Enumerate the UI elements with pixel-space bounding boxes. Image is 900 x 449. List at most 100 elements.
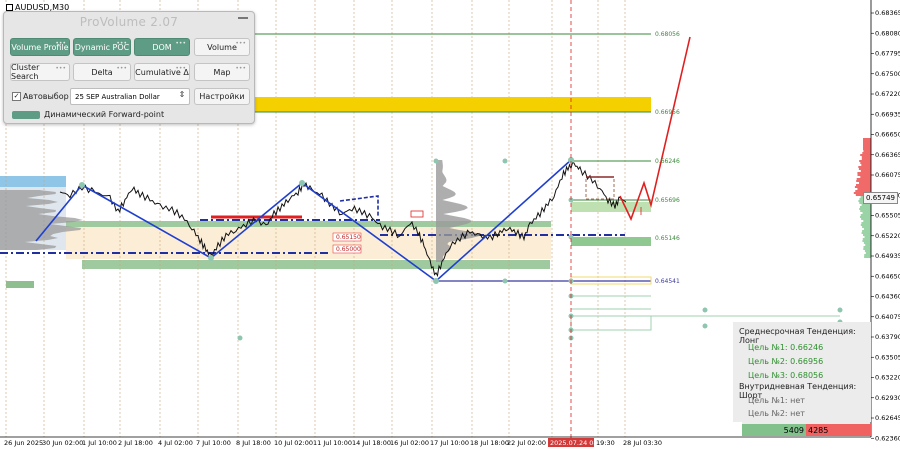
red-level-label: 0.65000 bbox=[336, 246, 361, 253]
button-label: Delta bbox=[91, 67, 113, 77]
settings-button[interactable]: Настройки bbox=[194, 88, 250, 105]
dom-ask-bar bbox=[857, 172, 871, 174]
instrument-value: 25 SEP Australian Dollar bbox=[75, 92, 160, 101]
dom-bid-bar bbox=[863, 234, 871, 236]
dom-bid-bar bbox=[863, 228, 871, 230]
current-price-tag: 0.65749 bbox=[863, 192, 898, 204]
toggle-switch-icon[interactable] bbox=[12, 110, 40, 119]
dom-bid-bar bbox=[862, 240, 871, 242]
price-axis-labels: 0.68365 0.68080 0.67795 0.67500 0.67220 0.669… bbox=[871, 9, 900, 442]
time-axis-label: 2 Jul 18:00 bbox=[118, 439, 153, 447]
dom-ask-bar bbox=[862, 152, 871, 154]
dom-bid-bar bbox=[865, 252, 871, 254]
dom-ask-bar bbox=[863, 144, 871, 146]
symbol-square-icon bbox=[6, 4, 13, 11]
left-profile-top bbox=[0, 176, 66, 187]
dom-ask-bar bbox=[863, 142, 871, 144]
volume-button[interactable]: Volume ••• bbox=[194, 38, 250, 56]
level-zone-065146 bbox=[571, 237, 651, 246]
time-axis-label: 10 Jul 02:00 bbox=[274, 439, 313, 447]
buy-volume-bar: 5409 bbox=[742, 424, 806, 436]
dom-ask-bar bbox=[859, 182, 871, 184]
price-axis-label: 0.67500 bbox=[875, 70, 900, 78]
dom-bid-bar bbox=[860, 224, 871, 226]
dom-ask-bar bbox=[863, 140, 871, 142]
dom-bid-bar bbox=[864, 254, 871, 256]
poc-step bbox=[339, 195, 379, 216]
forecast-path bbox=[619, 36, 691, 222]
dom-bid-bar bbox=[863, 246, 871, 248]
dom-ask-bar bbox=[858, 168, 871, 170]
price-axis-label: 0.63790 bbox=[875, 333, 900, 341]
red-level-label: 0.65150 bbox=[336, 234, 361, 241]
options-dots-icon: ••• bbox=[175, 40, 186, 47]
options-dots-icon: ••• bbox=[235, 65, 246, 72]
trend-info-box: Среднесрочная Тенденция: Лонг Цель №1: 0… bbox=[733, 322, 871, 422]
dom-ask-bar bbox=[857, 174, 871, 176]
dom-bid-bar bbox=[864, 236, 871, 238]
dom-ask-bar bbox=[854, 186, 871, 188]
dom-ask-bar bbox=[860, 162, 871, 164]
dom-bid-bar bbox=[859, 208, 871, 210]
dom-bid-bar bbox=[863, 220, 871, 222]
dom-ask-bar bbox=[861, 158, 871, 160]
time-axis-label: 17 Jul 10:00 bbox=[430, 439, 469, 447]
map-button[interactable]: Map ••• bbox=[194, 63, 250, 81]
dom-bid-bar bbox=[861, 204, 871, 206]
dom-bid-bar bbox=[864, 250, 871, 252]
forward-point-label: Динамический Forward-point bbox=[44, 110, 165, 119]
options-dots-icon: ••• bbox=[116, 40, 127, 47]
time-axis-label: 11 Jul 10:00 bbox=[313, 439, 352, 447]
level-label: 0.65146 bbox=[655, 235, 680, 242]
price-axis-label: 0.66935 bbox=[875, 110, 900, 118]
dom-ask-bar bbox=[856, 180, 871, 182]
poc-zone-lower bbox=[82, 260, 550, 269]
price-axis-label: 0.68080 bbox=[875, 29, 900, 37]
dom-ask-bar bbox=[861, 156, 871, 158]
instrument-select[interactable]: 25 SEP Australian Dollar ⇕ bbox=[70, 88, 190, 105]
button-label: Map bbox=[213, 67, 231, 77]
dom-button[interactable]: DOM ••• bbox=[134, 38, 190, 56]
dom-ask-bar bbox=[860, 176, 871, 178]
recent-range-box bbox=[585, 176, 615, 200]
panel-title: ProVolume 2.07 bbox=[79, 15, 179, 29]
dom-ask-bar bbox=[858, 166, 871, 168]
dom-ask-bar bbox=[860, 170, 871, 172]
provolume-panel[interactable]: ProVolume 2.07 Volume Profile ••• Dynamic… bbox=[3, 11, 255, 124]
chevron-updown-icon: ⇕ bbox=[178, 90, 186, 99]
dom-ask-bar bbox=[863, 148, 871, 150]
price-axis-label: 0.67795 bbox=[875, 50, 900, 58]
options-dots-icon: ••• bbox=[235, 40, 246, 47]
dom-bid-bar bbox=[864, 256, 871, 258]
price-axis-label: 0.63220 bbox=[875, 374, 900, 382]
price-axis-label: 0.62930 bbox=[875, 394, 900, 402]
level-label: 0.66956 bbox=[655, 109, 680, 116]
minimize-icon[interactable] bbox=[238, 17, 248, 19]
dom-ask-bar bbox=[859, 160, 871, 162]
cumulative-delta-button[interactable]: Cumulative Δ ••• bbox=[134, 63, 190, 81]
price-axis-label: 0.62645 bbox=[875, 414, 900, 422]
target-zone-yellow bbox=[254, 97, 651, 112]
left-profile-bottom bbox=[6, 281, 34, 288]
cluster-search-button[interactable]: Cluster Search ••• bbox=[10, 63, 70, 81]
time-axis-label: 1 Jul 10:00 bbox=[82, 439, 117, 447]
forward-point-toggle[interactable]: Динамический Forward-point bbox=[12, 110, 164, 119]
dom-bid-bar bbox=[862, 230, 871, 232]
button-label: Настройки bbox=[199, 92, 245, 101]
dom-bid-bar bbox=[860, 206, 871, 208]
time-axis-label: 19:30 bbox=[596, 439, 615, 447]
time-axis-label: 16 Jul 02:00 bbox=[390, 439, 429, 447]
dom-ask-bar bbox=[861, 164, 871, 166]
medium-target-3: Цель №3: 0.68056 bbox=[748, 371, 824, 380]
autoselect-checkbox[interactable]: ✓ Автовыбор bbox=[12, 92, 69, 101]
delta-button[interactable]: Delta ••• bbox=[73, 63, 131, 81]
level-label: 0.65696 bbox=[655, 197, 680, 204]
level-label: 0.64541 bbox=[655, 278, 680, 285]
checkmark-icon: ✓ bbox=[12, 92, 21, 101]
price-axis-label: 0.63505 bbox=[875, 353, 900, 361]
dynamic-poc-button[interactable]: Dynamic POC ••• bbox=[73, 38, 131, 56]
time-axis-label: 8 Jul 18:00 bbox=[236, 439, 271, 447]
dom-bid-bar bbox=[862, 238, 871, 240]
volume-profile-button[interactable]: Volume Profile ••• bbox=[10, 38, 70, 56]
price-axis-label: 0.66650 bbox=[875, 131, 900, 139]
